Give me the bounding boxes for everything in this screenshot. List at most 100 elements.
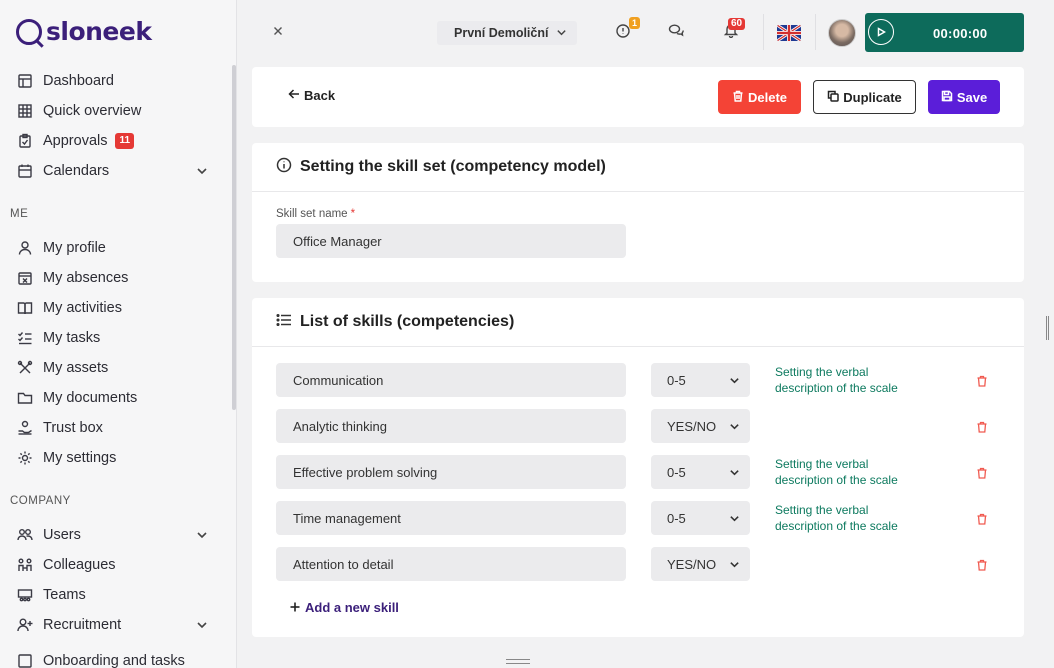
- skill-set-name-input[interactable]: Office Manager: [276, 224, 626, 258]
- sidebar-item-my-profile[interactable]: My profile: [16, 235, 216, 261]
- panel-resize-handle[interactable]: [1046, 316, 1049, 340]
- scale-value: YES/NO: [667, 418, 717, 434]
- sidebar-item-my-settings[interactable]: My settings: [16, 445, 216, 471]
- logo-text: sloneek: [46, 17, 152, 46]
- duplicate-label: Duplicate: [843, 89, 902, 105]
- arrow-left-icon: [288, 88, 300, 103]
- floppy-disk-icon: [941, 90, 953, 105]
- users-icon: [16, 526, 34, 544]
- scale-select[interactable]: 0-5: [651, 363, 750, 397]
- chat-button[interactable]: [668, 22, 690, 44]
- skill-row: Communication 0-5 Setting the verbal des…: [252, 363, 1024, 397]
- top-bar: První Demoliční 1 60 00:00:00: [238, 0, 1054, 66]
- chevron-down-icon[interactable]: [196, 529, 208, 541]
- scale-select[interactable]: 0-5: [651, 455, 750, 489]
- sidebar-item-label: My profile: [43, 240, 106, 256]
- plus-icon: [290, 600, 300, 615]
- list-icon: [276, 312, 292, 333]
- scale-select[interactable]: YES/NO: [651, 409, 750, 443]
- sidebar-item-my-activities[interactable]: My activities: [16, 295, 216, 321]
- save-button[interactable]: Save: [928, 80, 1000, 114]
- save-label: Save: [956, 89, 988, 105]
- trash-icon[interactable]: [976, 420, 988, 433]
- copy-icon: [827, 90, 839, 105]
- scale-description-link[interactable]: Setting the verbal description of the sc…: [775, 502, 925, 534]
- sidebar: sloneek Dashboard Quick overview Approva…: [0, 0, 237, 668]
- avatar[interactable]: [828, 19, 856, 47]
- notifications-badge: 60: [728, 18, 746, 30]
- skill-name-input[interactable]: Time management: [276, 501, 626, 535]
- company-name: První Demoliční: [454, 26, 549, 40]
- sidebar-item-my-absences[interactable]: My absences: [16, 265, 216, 291]
- hand-icon: [16, 419, 34, 437]
- user-icon: [16, 239, 34, 257]
- company-select[interactable]: První Demoliční: [437, 21, 577, 45]
- chevron-down-icon: [729, 466, 740, 481]
- sidebar-item-label: My assets: [43, 360, 109, 376]
- uk-flag-icon[interactable]: [777, 25, 801, 41]
- scale-value: YES/NO: [667, 556, 717, 572]
- sidebar-item-calendars[interactable]: Calendars: [16, 158, 216, 184]
- onboarding-icon: [16, 652, 34, 668]
- alerts-button[interactable]: 1: [615, 17, 641, 44]
- delete-button[interactable]: Delete: [718, 80, 801, 114]
- play-icon[interactable]: [868, 19, 894, 45]
- back-button[interactable]: Back: [288, 88, 335, 103]
- skill-name-input[interactable]: Communication: [276, 363, 626, 397]
- scale-value: 0-5: [667, 464, 686, 480]
- skills-title: List of skills (competencies): [300, 313, 515, 330]
- scale-description-link[interactable]: Setting the verbal description of the sc…: [775, 364, 925, 396]
- chevron-down-icon[interactable]: [196, 165, 208, 177]
- chevron-down-icon: [729, 420, 740, 435]
- checklist-icon: [16, 329, 34, 347]
- sidebar-item-approvals[interactable]: Approvals 11: [16, 128, 216, 154]
- trash-icon[interactable]: [976, 512, 988, 525]
- scale-description-link[interactable]: Setting the verbal description of the sc…: [775, 456, 925, 488]
- sidebar-item-teams[interactable]: Teams: [16, 582, 216, 608]
- calendar-x-icon: [16, 269, 34, 287]
- close-icon[interactable]: [271, 24, 285, 38]
- scale-select[interactable]: 0-5: [651, 501, 750, 535]
- add-skill-button[interactable]: Add a new skill: [290, 600, 399, 615]
- sidebar-item-label: Onboarding and tasks: [43, 653, 185, 668]
- sidebar-item-my-assets[interactable]: My assets: [16, 355, 216, 381]
- skill-row: Analytic thinking YES/NO: [252, 409, 1024, 443]
- skill-name-input[interactable]: Attention to detail: [276, 547, 626, 581]
- sloneek-logo[interactable]: sloneek: [16, 17, 152, 46]
- trash-icon[interactable]: [976, 466, 988, 479]
- time-tracker[interactable]: 00:00:00: [865, 13, 1024, 52]
- teams-icon: [16, 586, 34, 604]
- sidebar-item-label: Approvals: [43, 133, 108, 149]
- delete-label: Delete: [747, 89, 788, 105]
- sidebar-item-colleagues[interactable]: Colleagues: [16, 552, 216, 578]
- sidebar-item-label: My settings: [43, 450, 117, 466]
- user-plus-icon: [16, 616, 34, 634]
- scale-select[interactable]: YES/NO: [651, 547, 750, 581]
- sidebar-item-trust-box[interactable]: Trust box: [16, 415, 216, 441]
- chevron-down-icon[interactable]: [196, 619, 208, 631]
- skills-header: List of skills (competencies): [252, 298, 1024, 347]
- logo-mark-icon: [16, 18, 42, 45]
- notifications-button[interactable]: 60: [723, 18, 746, 44]
- sidebar-item-label: Quick overview: [43, 103, 142, 119]
- tools-icon: [16, 359, 34, 377]
- colleagues-icon: [16, 556, 34, 574]
- trash-icon[interactable]: [976, 374, 988, 387]
- sidebar-item-quick-overview[interactable]: Quick overview: [16, 98, 216, 124]
- sidebar-item-label: Recruitment: [43, 617, 122, 633]
- sidebar-item-onboarding[interactable]: Onboarding and tasks: [16, 648, 216, 668]
- skill-name-input[interactable]: Analytic thinking: [276, 409, 626, 443]
- skill-name-input[interactable]: Effective problem solving: [276, 455, 626, 489]
- duplicate-button[interactable]: Duplicate: [813, 80, 916, 114]
- sidebar-item-my-tasks[interactable]: My tasks: [16, 325, 216, 351]
- clipboard-icon: [16, 132, 34, 150]
- folder-icon: [16, 389, 34, 407]
- sidebar-scrollbar[interactable]: [232, 65, 236, 410]
- sidebar-item-label: Users: [43, 527, 81, 543]
- sidebar-item-users[interactable]: Users: [16, 522, 216, 548]
- trash-icon[interactable]: [976, 558, 988, 571]
- sidebar-item-dashboard[interactable]: Dashboard: [16, 68, 216, 94]
- sidebar-item-recruitment[interactable]: Recruitment: [16, 612, 216, 638]
- bottom-resize-handle[interactable]: [506, 659, 530, 664]
- sidebar-item-my-documents[interactable]: My documents: [16, 385, 216, 411]
